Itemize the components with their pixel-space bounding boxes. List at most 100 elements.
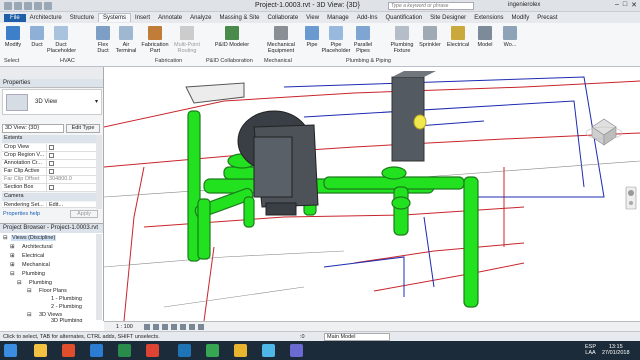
apply-button[interactable]: Apply: [70, 210, 98, 218]
tree-node-plumbing[interactable]: Plumbing: [22, 271, 45, 277]
search-input[interactable]: Type a keyword or phrase: [388, 2, 474, 10]
tab-site-designer[interactable]: Site Designer: [426, 14, 470, 22]
tree-node-plan-1[interactable]: 1 - Plumbing: [51, 296, 82, 302]
tab-manage[interactable]: Manage: [323, 14, 353, 22]
tree-toggle-icon[interactable]: ⊟: [27, 288, 32, 294]
tree-toggle-icon[interactable]: ⊞: [10, 244, 15, 250]
tree-node-plumbing-sub[interactable]: Plumbing: [29, 280, 52, 286]
tab-annotate[interactable]: Annotate: [154, 14, 186, 22]
browser-icon[interactable]: [62, 344, 75, 357]
annotation-crop-checkbox[interactable]: [49, 161, 54, 166]
visual-style-icon[interactable]: [153, 324, 159, 330]
camtasia-icon[interactable]: [206, 344, 219, 357]
open-icon[interactable]: [4, 2, 12, 10]
tree-toggle-icon[interactable]: ⊞: [10, 253, 15, 259]
crop-region-checkbox[interactable]: [49, 153, 54, 158]
tree-node-electrical[interactable]: Electrical: [22, 253, 44, 259]
tab-structure[interactable]: Structure: [66, 14, 98, 22]
flex-duct-button[interactable]: Flex Duct: [96, 26, 110, 54]
app-icon[interactable]: [234, 344, 247, 357]
design-option-select[interactable]: Main Model: [324, 333, 390, 341]
app-icon[interactable]: [146, 344, 159, 357]
plumbing-fixture-button[interactable]: Plumbing Fixture: [388, 26, 416, 54]
minimize-icon[interactable]: –: [615, 1, 619, 9]
tree-node-views[interactable]: Views (Discipline): [11, 235, 57, 241]
tab-collaborate[interactable]: Collaborate: [263, 14, 302, 22]
redo-icon[interactable]: [34, 2, 42, 10]
type-selector[interactable]: 3D View ▾: [2, 89, 102, 115]
maximize-icon[interactable]: □: [623, 1, 627, 9]
tab-extensions[interactable]: Extensions: [470, 14, 507, 22]
crop-view-checkbox[interactable]: [49, 145, 54, 150]
app-icon[interactable]: [262, 344, 275, 357]
detail-level-icon[interactable]: [144, 324, 150, 330]
tree-node-plan-2[interactable]: 2 - Plumbing: [51, 304, 82, 310]
sun-path-icon[interactable]: [162, 324, 168, 330]
render-icon[interactable]: [180, 324, 186, 330]
fabrication-part-button[interactable]: Fabrication Part: [140, 26, 170, 54]
tree-toggle-icon[interactable]: ⊟: [10, 271, 15, 277]
tab-architecture[interactable]: Architecture: [26, 14, 66, 22]
tree-node-3d-plumbing[interactable]: 3D Plumbing: [51, 318, 83, 322]
modify-button[interactable]: Modify: [2, 26, 24, 48]
tab-file[interactable]: File: [4, 13, 26, 22]
crop-icon[interactable]: [189, 324, 195, 330]
sprinkler-button[interactable]: Sprinkler: [418, 26, 442, 48]
electrical-button[interactable]: Electrical: [446, 26, 470, 48]
navigation-bar[interactable]: [625, 186, 637, 210]
duct-button[interactable]: Duct: [28, 26, 46, 48]
3d-viewport[interactable]: [104, 67, 640, 321]
app-icon[interactable]: [90, 344, 103, 357]
tree-toggle-icon[interactable]: ⊞: [10, 262, 15, 268]
shadows-icon[interactable]: [171, 324, 177, 330]
properties-scrollbar[interactable]: [96, 135, 102, 209]
revit-icon[interactable]: [178, 344, 191, 357]
tab-view[interactable]: View: [302, 14, 323, 22]
clock[interactable]: 13:15 27/01/2018: [602, 344, 630, 356]
tab-addins[interactable]: Add-Ins: [353, 14, 382, 22]
start-icon[interactable]: [4, 344, 17, 357]
far-clip-checkbox[interactable]: [49, 169, 54, 174]
panel-select[interactable]: Select: [4, 58, 19, 64]
air-terminal-button[interactable]: Air Terminal: [114, 26, 138, 54]
mechanical-equipment-button[interactable]: Mechanical Equipment: [264, 26, 298, 54]
model-button[interactable]: Model: [474, 26, 496, 48]
browser-scrollbar[interactable]: [96, 234, 102, 320]
pipe-button[interactable]: Pipe: [304, 26, 320, 48]
tab-systems[interactable]: Systems: [98, 13, 132, 22]
tab-modify[interactable]: Modify: [508, 14, 534, 22]
tree-node-floor-plans[interactable]: Floor Plans: [39, 288, 67, 294]
section-box-checkbox[interactable]: [49, 185, 54, 190]
tab-massing[interactable]: Massing & Site: [215, 14, 263, 22]
properties-help-link[interactable]: Properties help: [3, 211, 40, 217]
tree-node-mechanical[interactable]: Mechanical: [22, 262, 50, 268]
tree-toggle-icon[interactable]: ⊟: [3, 235, 8, 241]
app-icon[interactable]: [290, 344, 303, 357]
duct-placeholder-button[interactable]: Duct Placeholder: [47, 26, 76, 54]
undo-icon[interactable]: [24, 2, 32, 10]
quick-access-toolbar[interactable]: [4, 2, 52, 10]
tab-analyze[interactable]: Analyze: [186, 14, 215, 22]
workplane-button[interactable]: Wo...: [500, 26, 520, 48]
close-icon[interactable]: ✕: [631, 1, 637, 9]
lock-view-icon[interactable]: [198, 324, 204, 330]
multipoint-routing-button[interactable]: Multi-Point Routing: [172, 26, 202, 54]
view-instance-select[interactable]: 3D View: {3D}: [2, 124, 64, 133]
explorer-icon[interactable]: [34, 344, 47, 357]
tree-toggle-icon[interactable]: ⊟: [17, 280, 22, 286]
pid-modeler-button[interactable]: P&ID Modeler: [214, 26, 250, 48]
tab-quantification[interactable]: Quantification: [381, 14, 426, 22]
tab-insert[interactable]: Insert: [131, 14, 154, 22]
user-name[interactable]: ingenierolex: [508, 2, 540, 8]
excel-icon[interactable]: [118, 344, 131, 357]
group-extents[interactable]: Extents: [2, 135, 96, 143]
input-language[interactable]: ESP LAA: [585, 344, 596, 356]
view-scale[interactable]: 1 : 100: [116, 324, 133, 330]
group-camera[interactable]: Camera: [2, 193, 96, 201]
print-icon[interactable]: [44, 2, 52, 10]
edit-type-button[interactable]: Edit Type: [66, 124, 100, 133]
tree-toggle-icon[interactable]: ⊟: [27, 312, 32, 318]
model-canvas[interactable]: [104, 67, 640, 321]
save-icon[interactable]: [14, 2, 22, 10]
pipe-placeholder-button[interactable]: Pipe Placeholder: [320, 26, 352, 54]
